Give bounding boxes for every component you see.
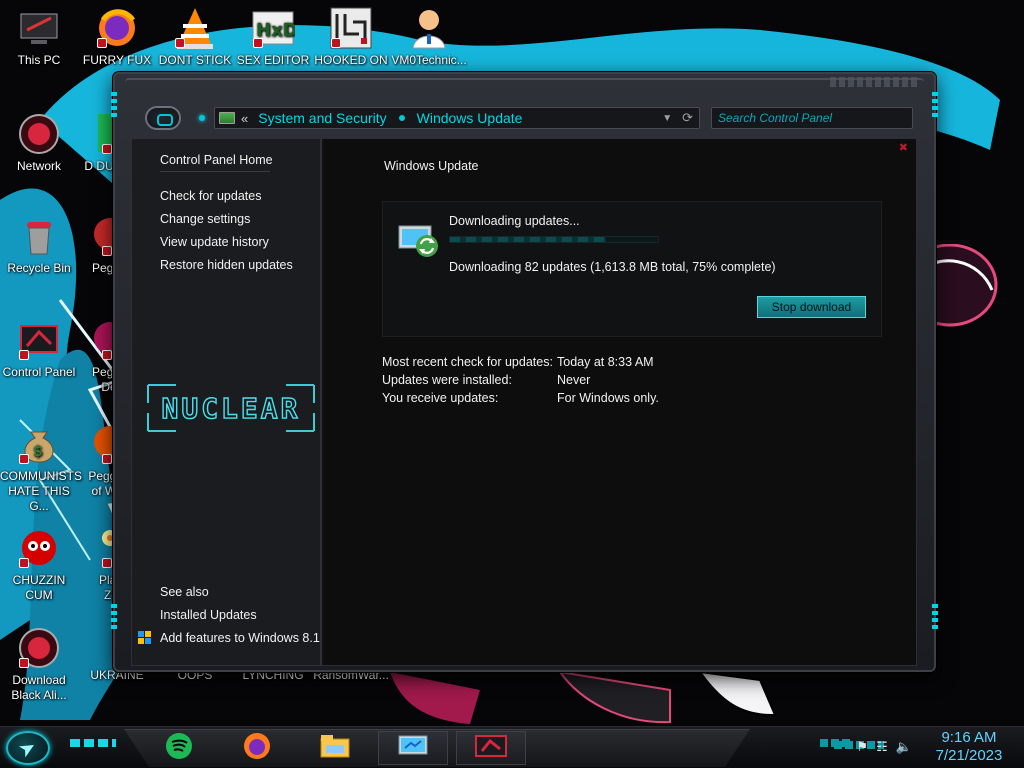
clock-time: 9:16 AM: [941, 729, 997, 746]
sidebar-link-installed-updates[interactable]: Installed Updates: [160, 608, 257, 622]
control-panel-icon: [219, 112, 235, 124]
frame-accent: [932, 604, 938, 630]
spotify-icon: [165, 732, 193, 765]
search-input[interactable]: [718, 111, 906, 125]
page-title: Windows Update: [384, 159, 479, 173]
network-icon[interactable]: ☷: [876, 739, 888, 755]
peggle-icon: [72, 318, 126, 362]
desktop-icon-dont-stick[interactable]: DONT STICK: [156, 6, 234, 68]
taskbar-app-spotify[interactable]: [144, 731, 214, 765]
svg-text:$: $: [33, 444, 43, 460]
taskbar-app-firefox[interactable]: [222, 731, 292, 765]
control-panel-icon: [17, 318, 61, 362]
desktop-icon-hooked-on[interactable]: HOOKED ON: [312, 6, 390, 68]
windows-update-icon: [397, 222, 443, 260]
taskbar: ⚑ ☷ 🔈 9:16 AM 7/21/2023: [0, 726, 1024, 768]
network-icon: [17, 626, 61, 670]
window-frame-ridge: [125, 78, 924, 86]
firefox-icon: [95, 6, 139, 50]
money-bag-icon: $: [17, 422, 61, 466]
info-label: You receive updates:: [382, 391, 499, 405]
taskbar-app-windows-update[interactable]: [378, 731, 448, 765]
doctor-icon: [407, 6, 451, 50]
action-center-flag-icon[interactable]: ⚑: [857, 739, 869, 755]
update-status-panel: Downloading updates... Downloading 82 up…: [382, 201, 882, 337]
info-value: Never: [557, 373, 591, 387]
desktop-icon-vm0technic[interactable]: VM0Technic...: [390, 6, 468, 68]
sidebar-link-check-for-updates[interactable]: Check for updates: [160, 189, 261, 203]
search-box[interactable]: [711, 107, 913, 129]
download-progress-bar: [449, 236, 659, 243]
firefox-icon: [243, 732, 271, 765]
network-icon: [17, 112, 61, 156]
back-forward-button[interactable]: [145, 106, 181, 130]
desktop-icon-this-pc[interactable]: This PC: [0, 6, 78, 68]
vlc-icon: [173, 6, 217, 50]
peggle-icon: [72, 422, 126, 466]
nav-indicator-icon: [199, 115, 205, 121]
clock-date: 7/21/2023: [935, 747, 1003, 764]
address-bar[interactable]: « System and Security Windows Update ▼ ⟳: [214, 107, 700, 129]
see-also-heading: See also: [160, 585, 209, 599]
frame-accent: [111, 604, 117, 630]
frame-accent: [111, 92, 117, 118]
taskbar-app-file-explorer[interactable]: [300, 731, 370, 765]
info-row-receive-updates: You receive updates: For Windows only.: [382, 391, 659, 409]
volume-icon[interactable]: 🔈: [896, 739, 912, 755]
peggle-icon: [72, 214, 126, 258]
taskbar-clock[interactable]: 9:16 AM 7/21/2023: [930, 729, 1008, 765]
sidebar-link-add-features[interactable]: Add features to Windows 8.1: [160, 631, 320, 645]
svg-text:NUCLEAR: NUCLEAR: [161, 392, 300, 425]
start-button[interactable]: [6, 731, 50, 765]
update-info-table: Most recent check for updates: Today at …: [382, 355, 659, 409]
nuclear-logo: NUCLEAR: [146, 379, 316, 437]
desktop-icon-sex-editor[interactable]: HxD SEX EDITOR: [234, 6, 312, 68]
file-explorer-icon: [320, 733, 350, 764]
control-panel-icon: [474, 733, 508, 764]
windows-update-pane: ✖ Windows Update Downloading updates...: [324, 139, 916, 665]
chevron-down-icon[interactable]: ▼: [662, 113, 672, 124]
breadcrumb-system-and-security[interactable]: System and Security: [258, 110, 386, 126]
sidebar-link-view-update-history[interactable]: View update history: [160, 235, 269, 249]
close-icon[interactable]: ✖: [899, 141, 908, 154]
refresh-icon[interactable]: ⟳: [682, 110, 693, 126]
breadcrumb-windows-update[interactable]: Windows Update: [417, 110, 523, 126]
taskbar-app-control-panel[interactable]: [456, 731, 526, 765]
control-panel-window: « System and Security Windows Update ▼ ⟳…: [111, 72, 938, 672]
download-status-text: Downloading updates...: [449, 214, 580, 228]
computer-icon: [17, 6, 61, 50]
sidebar-link-restore-hidden-updates[interactable]: Restore hidden updates: [160, 258, 293, 272]
task-pane: Control Panel Home Check for updates Cha…: [132, 139, 322, 665]
info-label: Updates were installed:: [382, 373, 512, 387]
sidebar-link-change-settings[interactable]: Change settings: [160, 212, 250, 226]
chuzzle-icon: [17, 526, 61, 570]
taskbar-decoration: [820, 739, 850, 747]
divider: [160, 171, 270, 172]
info-value: For Windows only.: [557, 391, 659, 405]
maze-game-icon: [329, 6, 373, 50]
frame-accent: [932, 92, 938, 118]
progress-fill: [450, 237, 606, 242]
breadcrumb-separator-icon[interactable]: [398, 115, 405, 121]
info-row-installed: Updates were installed: Never: [382, 373, 659, 391]
sidebar-link-control-panel-home[interactable]: Control Panel Home: [160, 153, 273, 167]
stop-download-button[interactable]: Stop download: [757, 296, 866, 318]
window-frame-decoration: [830, 77, 920, 87]
desktop-icon-furry-fux[interactable]: FURRY FUX: [78, 6, 156, 68]
windows-features-icon: [138, 631, 152, 645]
desktop-icon-download-black-ali[interactable]: Download Black Ali...: [0, 626, 78, 703]
hex-editor-icon: HxD: [251, 6, 298, 50]
system-tray: ⚑ ☷ 🔈: [857, 739, 913, 755]
taskbar-decoration: [70, 739, 116, 747]
breadcrumb-overflow-button[interactable]: «: [241, 111, 248, 126]
info-row-last-check: Most recent check for updates: Today at …: [382, 355, 659, 373]
recycle-bin-icon: [17, 214, 61, 258]
windows-update-icon: [397, 733, 429, 764]
info-value: Today at 8:33 AM: [557, 355, 654, 369]
flower-icon: [72, 526, 118, 570]
download-detail-text: Downloading 82 updates (1,613.8 MB total…: [449, 260, 776, 274]
window-body: Control Panel Home Check for updates Cha…: [131, 138, 917, 666]
app-icon: [72, 112, 116, 156]
info-label: Most recent check for updates:: [382, 355, 553, 369]
